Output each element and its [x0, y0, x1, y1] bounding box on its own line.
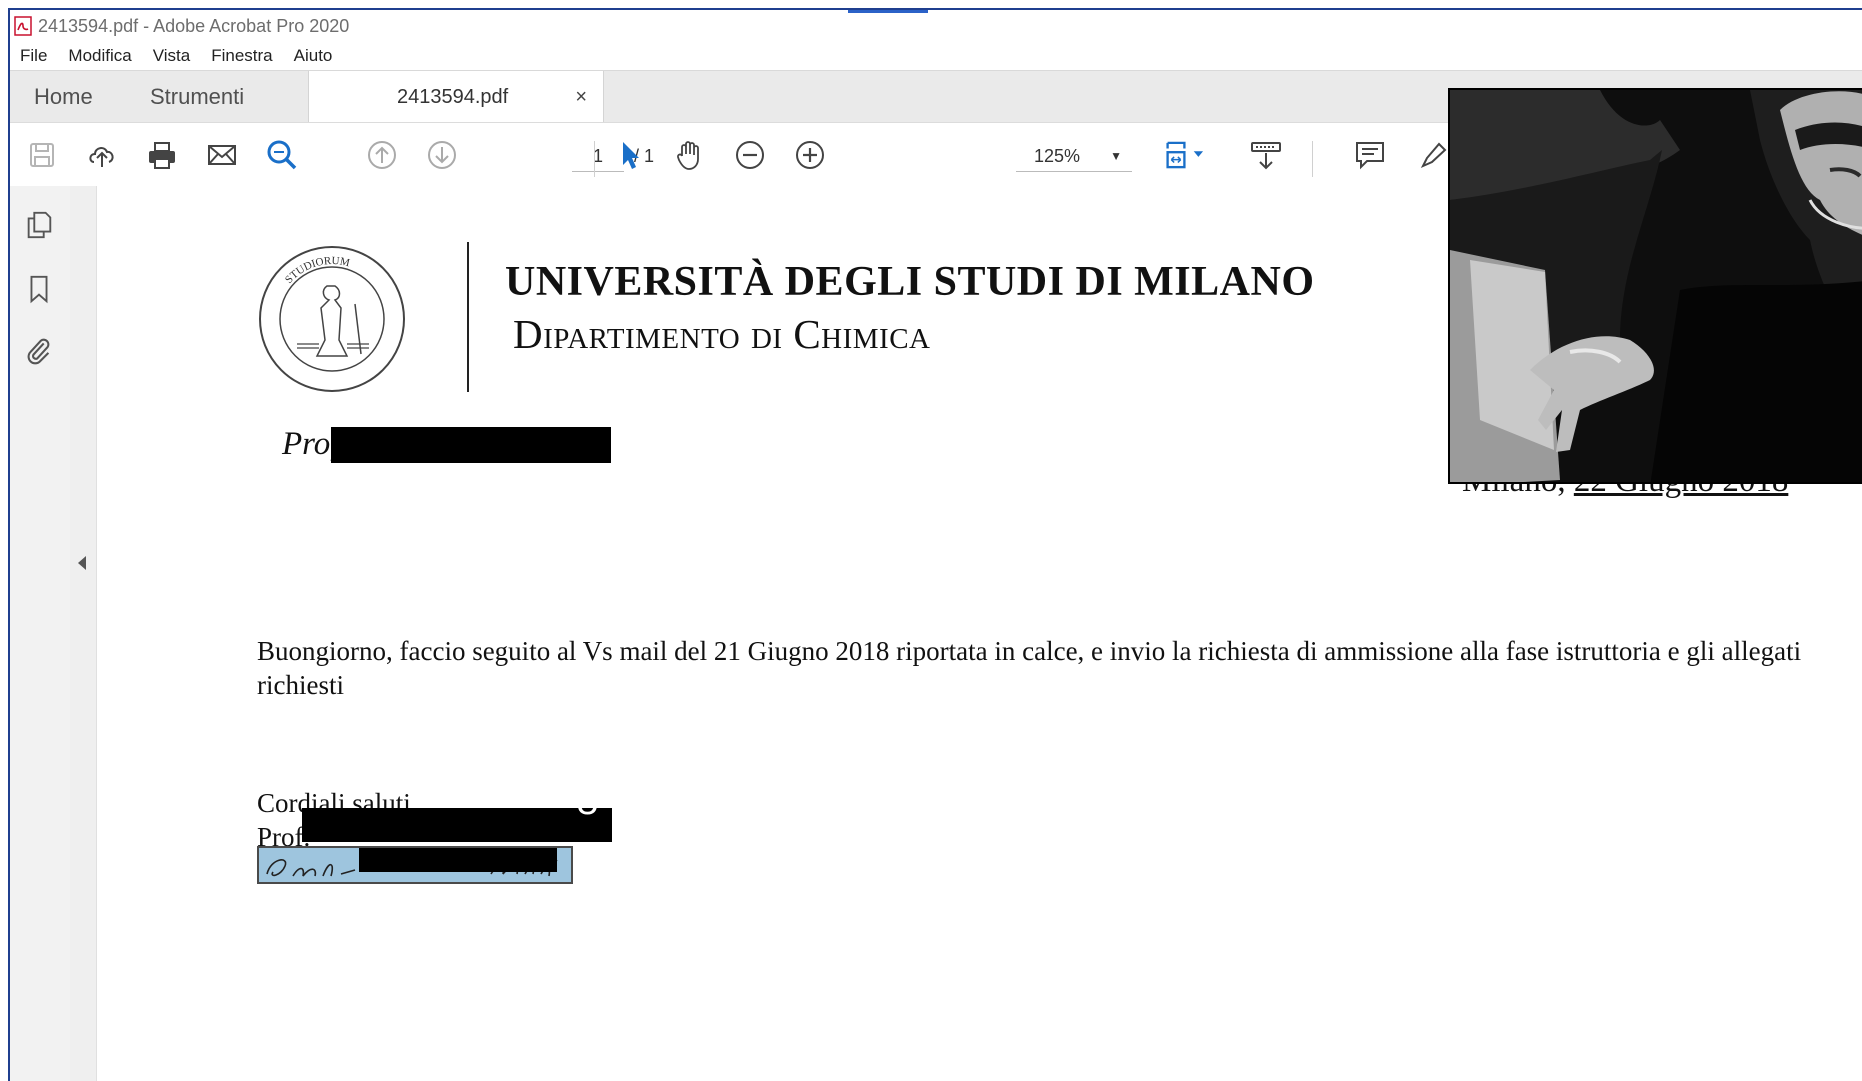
toolbar-separator: [594, 141, 595, 177]
search-zoom-icon[interactable]: [264, 137, 300, 173]
tab-tools[interactable]: Strumenti: [150, 71, 244, 123]
left-navigation-pane: [10, 186, 71, 1081]
collapse-pane-icon[interactable]: [78, 556, 86, 570]
zoom-out-icon[interactable]: [732, 137, 768, 173]
menu-file[interactable]: File: [20, 46, 47, 66]
hand-icon[interactable]: [672, 137, 708, 173]
header-divider: [467, 242, 469, 392]
comment-icon[interactable]: [1352, 137, 1388, 173]
menu-finestra[interactable]: Finestra: [211, 46, 272, 66]
title-bar: 2413594.pdf - Adobe Acrobat Pro 2020: [10, 10, 1862, 42]
university-seal-logo: STUDIORUM: [259, 246, 405, 392]
redaction-bar: [331, 427, 611, 463]
menu-modifica[interactable]: Modifica: [68, 46, 131, 66]
toolbar-separator-2: [1312, 141, 1313, 177]
handwritten-signature: [266, 848, 558, 877]
title-accent: [848, 10, 928, 13]
fit-page-icon[interactable]: [1160, 137, 1220, 173]
window-title: 2413594.pdf - Adobe Acrobat Pro 2020: [38, 15, 350, 36]
bookmark-icon[interactable]: [22, 272, 56, 306]
close-tab-icon[interactable]: ×: [575, 86, 587, 109]
tab-document-label: 2413594.pdf: [397, 85, 509, 108]
menu-aiuto[interactable]: Aiuto: [294, 46, 333, 66]
save-icon[interactable]: [24, 137, 60, 173]
menu-bar: File Modifica Vista Finestra Aiuto: [10, 42, 1862, 70]
zoom-in-icon[interactable]: [792, 137, 828, 173]
acrobat-window: 2413594.pdf - Adobe Acrobat Pro 2020 Fil…: [8, 8, 1862, 1081]
email-icon[interactable]: [204, 137, 240, 173]
next-page-icon[interactable]: [424, 137, 460, 173]
print-icon[interactable]: [144, 137, 180, 173]
scroll-mode-icon[interactable]: [1248, 137, 1284, 173]
prev-page-icon[interactable]: [364, 137, 400, 173]
university-name: UNIVERSITÀ DEGLI STUDI DI MILANO: [505, 259, 1315, 305]
department-name: Dipartimento di Chimica: [513, 311, 931, 357]
menu-vista[interactable]: Vista: [153, 46, 191, 66]
zoom-level-select[interactable]: 125% ▼: [1016, 141, 1132, 172]
tab-document[interactable]: 2413594.pdf ×: [308, 71, 604, 123]
pdf-app-icon: [14, 16, 32, 36]
upload-cloud-icon[interactable]: [84, 137, 120, 173]
redaction-bar-signature: [302, 808, 612, 842]
stray-glyph: Ù: [575, 783, 600, 823]
attachment-icon[interactable]: [22, 334, 56, 368]
webcam-overlay-image: [1448, 88, 1862, 484]
select-arrow-icon[interactable]: [612, 137, 648, 173]
signature-field[interactable]: [257, 846, 573, 884]
highlight-pen-icon[interactable]: [1414, 137, 1450, 173]
pane-gutter: [70, 186, 97, 1081]
letter-body: Buongiorno, faccio seguito al Vs mail de…: [257, 636, 1802, 700]
tab-home[interactable]: Home: [34, 71, 93, 123]
chevron-down-icon: ▼: [1110, 149, 1122, 163]
person-photo: [1450, 90, 1862, 482]
pages-icon[interactable]: [22, 208, 56, 242]
zoom-value: 125%: [1034, 146, 1081, 166]
